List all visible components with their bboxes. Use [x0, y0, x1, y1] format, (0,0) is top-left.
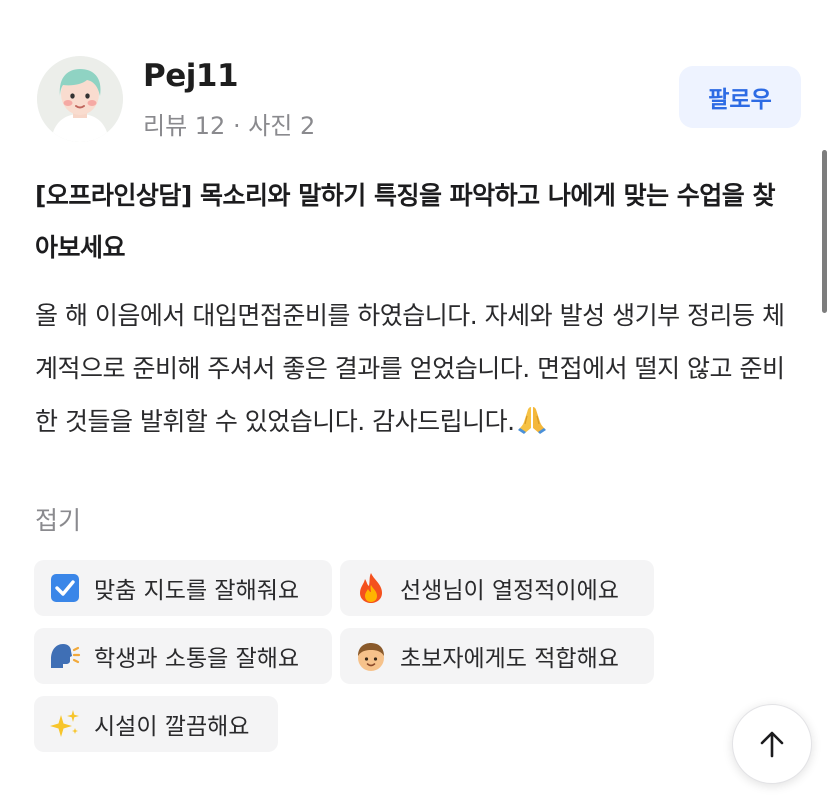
tag-chip: 초보자에게도 적합해요 — [340, 628, 654, 684]
scrollbar[interactable] — [822, 150, 827, 313]
tag-chip: 시설이 깔끔해요 — [34, 696, 278, 752]
arrow-up-icon — [756, 728, 788, 760]
tag-label: 시설이 깔끔해요 — [94, 714, 250, 740]
username[interactable]: Pej11 — [143, 58, 239, 94]
tag-label: 맞춤 지도를 잘해줘요 — [94, 578, 300, 604]
tag-label: 초보자에게도 적합해요 — [400, 646, 619, 672]
avatar[interactable] — [37, 56, 123, 142]
tag-chip: 맞춤 지도를 잘해줘요 — [34, 560, 332, 616]
checkbox-icon — [48, 571, 82, 605]
scroll-to-top-button[interactable] — [732, 704, 812, 784]
tag-chip: 선생님이 열정적이에요 — [340, 560, 654, 616]
tag-chip: 학생과 소통을 잘해요 — [34, 628, 332, 684]
review-body-text: 올 해 이음에서 대입면접준비를 하였습니다. 자세와 발성 생기부 정리등 체… — [35, 301, 785, 436]
tag-label: 학생과 소통을 잘해요 — [94, 646, 300, 672]
fold-toggle[interactable]: 접기 — [35, 501, 81, 537]
speaking-head-icon — [48, 639, 82, 673]
review-body: 올 해 이음에서 대입면접준비를 하였습니다. 자세와 발성 생기부 정리등 체… — [35, 289, 795, 448]
tag-label: 선생님이 열정적이에요 — [400, 578, 619, 604]
boy-face-icon — [354, 639, 388, 673]
sparkles-icon — [48, 707, 82, 741]
folded-hands-icon — [515, 401, 549, 435]
follow-button[interactable]: 팔로우 — [679, 66, 801, 128]
review-photo-count: 리뷰 12 · 사진 2 — [143, 112, 316, 140]
review-title: [오프라인상담] 목소리와 말하기 특징을 파악하고 나에게 맞는 수업을 찾아… — [35, 181, 775, 262]
fire-icon — [354, 571, 388, 605]
avatar-illustration — [37, 56, 123, 142]
